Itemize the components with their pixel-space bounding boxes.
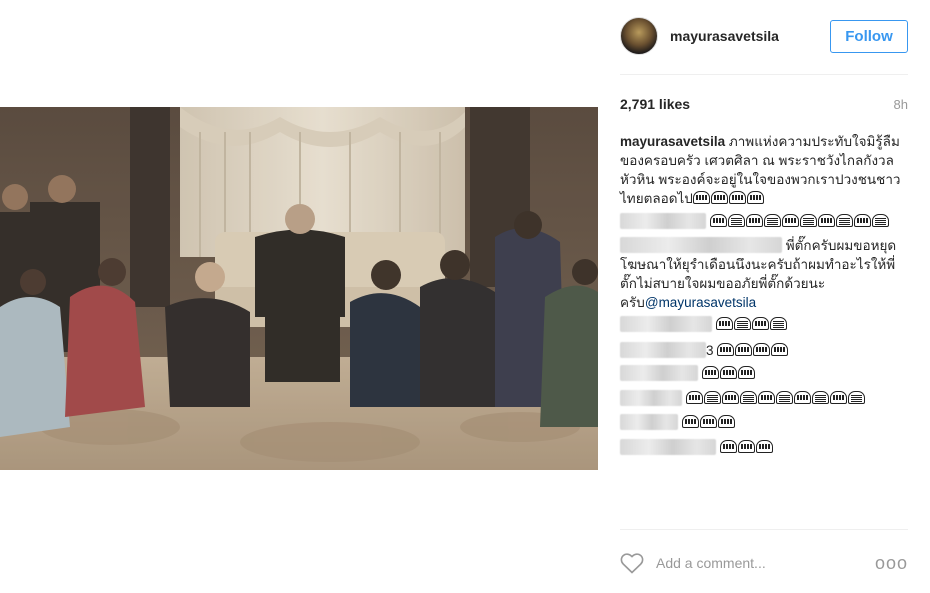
emoji-icon (719, 366, 737, 379)
comment-item (620, 212, 912, 231)
blurred-username (620, 237, 782, 253)
emoji-icon (799, 214, 817, 227)
emoji-icon (853, 214, 871, 227)
likes-row: 2,791 likes 8h (620, 96, 908, 112)
blurred-username (620, 316, 712, 332)
caption: mayurasavetsila ภาพแห่งความประทับใจมิรู้… (620, 132, 910, 208)
emoji-icon (829, 391, 847, 404)
blurred-username (620, 365, 698, 381)
emoji-icon (811, 391, 829, 404)
comment-item (620, 315, 912, 334)
emoji-icon (719, 440, 737, 453)
emoji-icon (793, 391, 811, 404)
emoji-icon (733, 317, 751, 330)
emoji-icon (717, 415, 735, 428)
emoji-icon (753, 343, 771, 356)
blurred-username (620, 414, 678, 430)
emoji-icon (817, 214, 835, 227)
emoji-icon (769, 317, 787, 330)
emoji-icon (728, 191, 746, 204)
emoji-icon (847, 391, 865, 404)
comment-item (620, 413, 912, 432)
emoji-icon (709, 214, 727, 227)
emoji-icon (771, 343, 789, 356)
emoji-icon (775, 391, 793, 404)
emoji-icon (755, 440, 773, 453)
emoji-icon (757, 391, 775, 404)
emoji-icon (681, 415, 699, 428)
emoji-icon (871, 214, 889, 227)
avatar[interactable] (620, 17, 658, 55)
emoji-icon (715, 317, 733, 330)
media-pane (0, 0, 598, 593)
blurred-username (620, 390, 682, 406)
emoji-icon (735, 343, 753, 356)
comment-item (620, 438, 912, 457)
emoji-icon (717, 343, 735, 356)
blurred-username (620, 213, 706, 229)
emoji-icon (746, 191, 764, 204)
comment-text: 3 (706, 343, 714, 358)
emoji-icon (692, 191, 710, 204)
emoji-icon (737, 366, 755, 379)
footer-divider (620, 529, 908, 530)
blurred-username (620, 439, 716, 455)
caption-username[interactable]: mayurasavetsila (620, 134, 725, 149)
add-comment-input[interactable]: Add a comment... (656, 555, 875, 571)
emoji-icon (685, 391, 703, 404)
header-divider (620, 74, 908, 75)
emoji-icon (745, 214, 763, 227)
emoji-icon (739, 391, 757, 404)
emoji-icon (763, 214, 781, 227)
emoji-icon (703, 391, 721, 404)
post-side-panel: mayurasavetsila Follow 2,791 likes 8h ma… (598, 0, 930, 593)
post-photo-image (0, 107, 598, 470)
emoji-icon (701, 366, 719, 379)
emoji-icon (710, 191, 728, 204)
comment-item: พี่ตั๊กครับผมขอหยุดโฆษณาให้ยุรำเดือนนึงน… (620, 236, 912, 312)
emoji-icon (737, 440, 755, 453)
emoji-icon (835, 214, 853, 227)
heart-icon[interactable] (620, 552, 644, 574)
emoji-icon (699, 415, 717, 428)
post-timestamp[interactable]: 8h (894, 97, 908, 112)
emoji-icon (781, 214, 799, 227)
emoji-icon (721, 391, 739, 404)
follow-button[interactable]: Follow (830, 19, 908, 53)
comment-item: 3 (620, 341, 912, 360)
comment-item (620, 364, 912, 383)
blurred-username (620, 342, 706, 358)
post-header: mayurasavetsila Follow (620, 14, 908, 58)
comment-item (620, 389, 912, 408)
header-username[interactable]: mayurasavetsila (670, 28, 779, 44)
comment-footer: Add a comment... ooo (620, 548, 908, 578)
more-options-icon[interactable]: ooo (875, 553, 908, 574)
post-photo[interactable] (0, 107, 598, 470)
mention-link[interactable]: @mayurasavetsila (645, 295, 756, 310)
likes-count[interactable]: 2,791 likes (620, 96, 690, 112)
emoji-icon (727, 214, 745, 227)
emoji-icon (751, 317, 769, 330)
